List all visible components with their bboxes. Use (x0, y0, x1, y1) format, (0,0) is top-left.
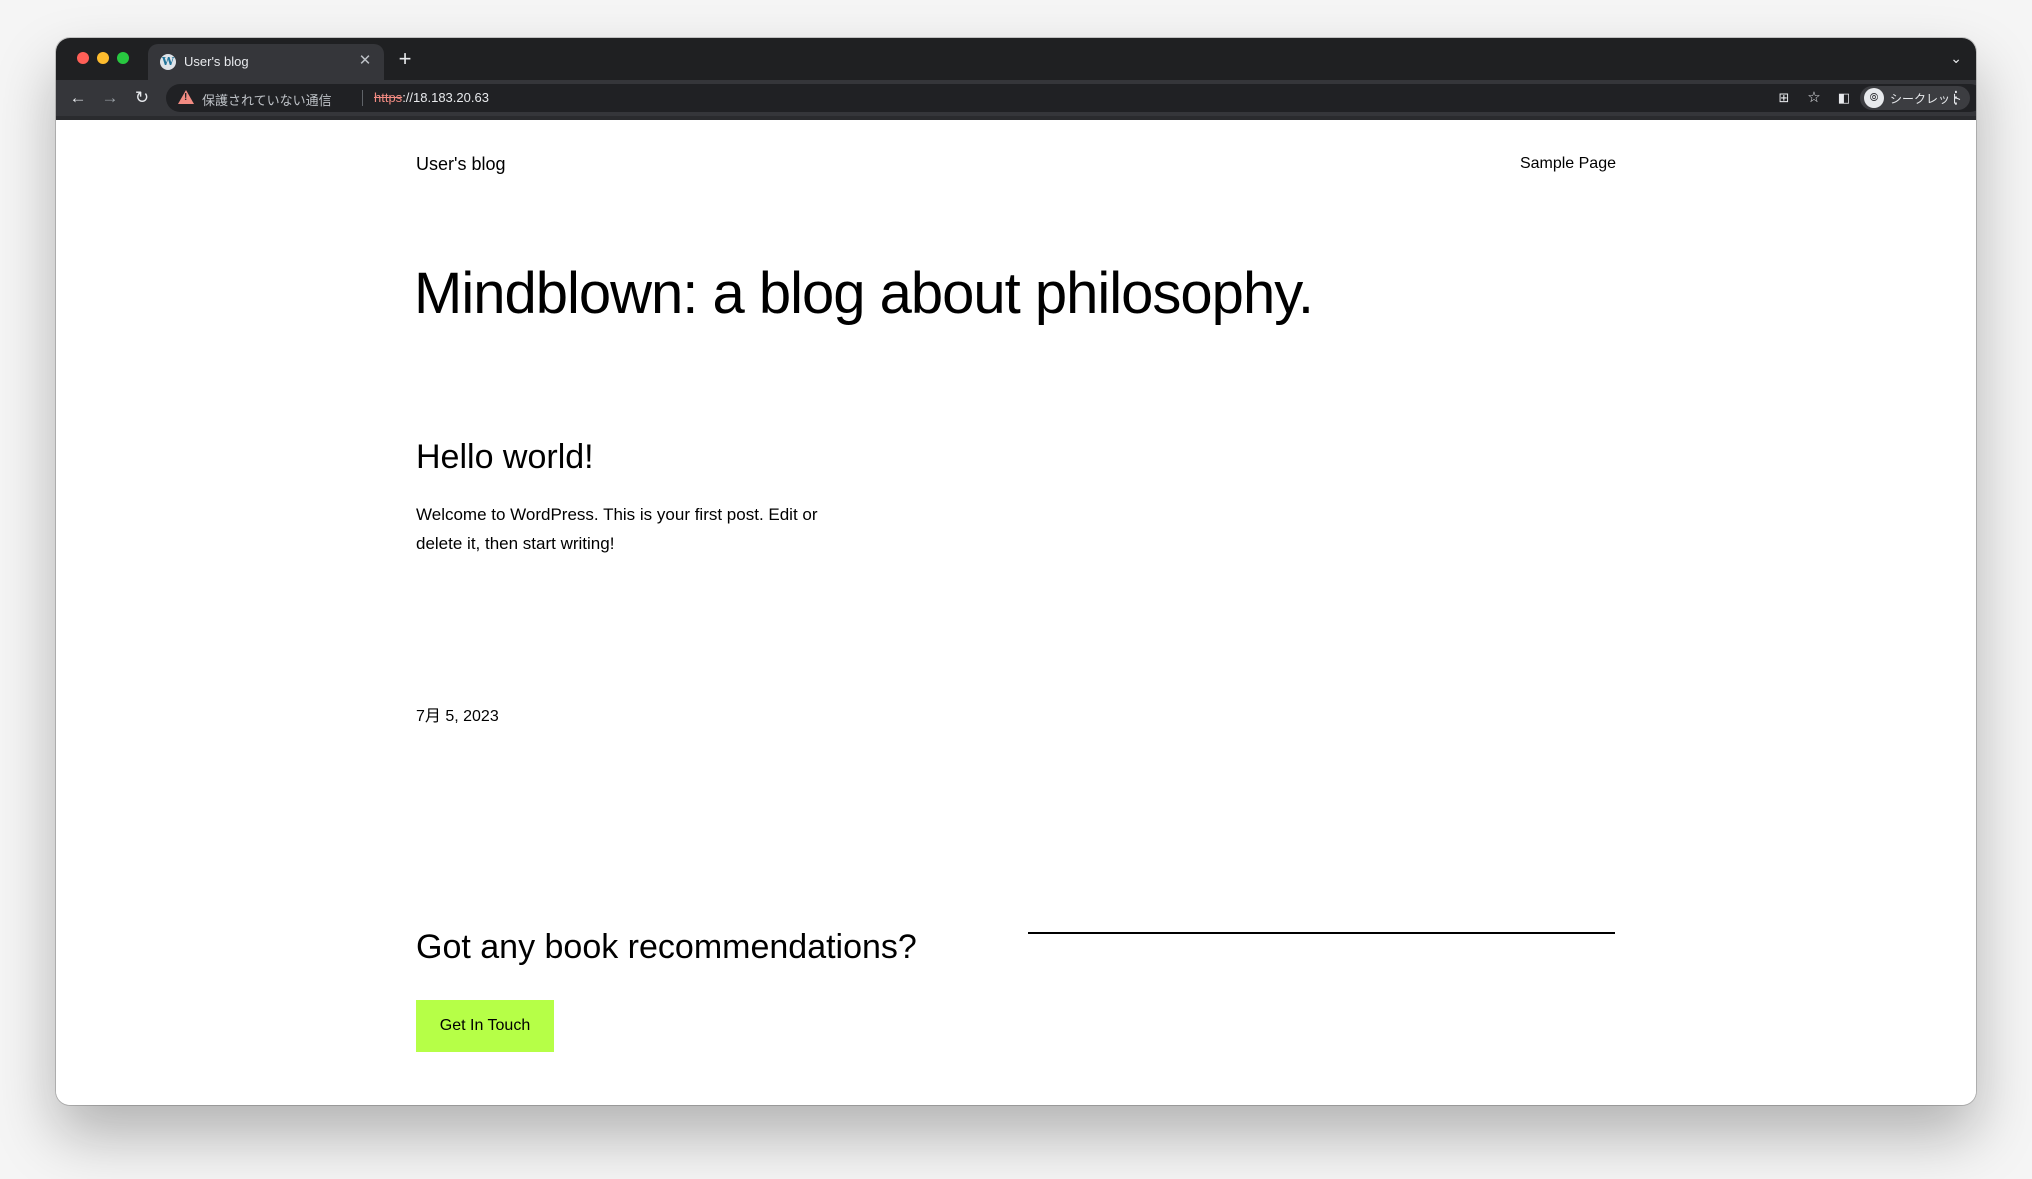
browser-menu-icon[interactable]: ⋮ (1946, 86, 1966, 110)
get-in-touch-button[interactable]: Get In Touch (416, 1000, 554, 1052)
browser-toolbar: ← → ↻ 保護されていない通信 https://18.183.20.63 ⊞ … (56, 80, 1976, 120)
post-date: 7月 5, 2023 (416, 708, 499, 725)
browser-window: W User's blog ✕ + ⌄ ← → ↻ 保護されていない通信 htt… (56, 38, 1976, 1105)
url-text[interactable]: https://18.183.20.63 (374, 90, 489, 105)
maximize-window-button[interactable] (117, 52, 129, 64)
cta-heading: Got any book recommendations? (416, 928, 917, 966)
back-button[interactable]: ← (66, 86, 90, 110)
warning-icon[interactable] (178, 90, 194, 104)
close-window-button[interactable] (77, 52, 89, 64)
qr-code-icon[interactable]: ⊞ (1774, 88, 1794, 108)
post-title-link[interactable]: Hello world! (416, 438, 594, 477)
web-page: User's blog Sample Page Mindblown: a blo… (56, 120, 1976, 1105)
new-tab-button[interactable]: + (394, 48, 416, 70)
post-excerpt: Welcome to WordPress. This is your first… (416, 505, 818, 553)
reload-button[interactable]: ↻ (130, 86, 154, 110)
cta-divider (1028, 932, 1615, 934)
wordpress-favicon-icon: W (160, 54, 176, 70)
tab-strip: W User's blog ✕ + ⌄ (56, 38, 1976, 80)
url-host: ://18.183.20.63 (402, 90, 489, 105)
address-bar[interactable]: 保護されていない通信 https://18.183.20.63 ⊞ ☆ (166, 84, 1976, 112)
hero-heading: Mindblown: a blog about philosophy. (414, 261, 1314, 326)
url-scheme: https (374, 90, 403, 105)
bookmark-star-icon[interactable]: ☆ (1804, 88, 1824, 108)
incognito-icon: ⦾ (1864, 88, 1884, 108)
forward-button[interactable]: → (98, 86, 122, 110)
site-title-link[interactable]: User's blog (416, 154, 505, 175)
security-status-text[interactable]: 保護されていない通信 (202, 90, 332, 109)
url-divider (362, 90, 363, 106)
close-tab-icon[interactable]: ✕ (356, 52, 374, 70)
tab-title: User's blog (184, 54, 249, 69)
tab-users-blog[interactable]: W User's blog ✕ (148, 44, 384, 80)
minimize-window-button[interactable] (97, 52, 109, 64)
tab-search-chevron-icon[interactable]: ⌄ (1950, 50, 1962, 67)
nav-link-sample-page[interactable]: Sample Page (1520, 155, 1616, 173)
side-panel-icon[interactable]: ◧ (1834, 88, 1854, 108)
